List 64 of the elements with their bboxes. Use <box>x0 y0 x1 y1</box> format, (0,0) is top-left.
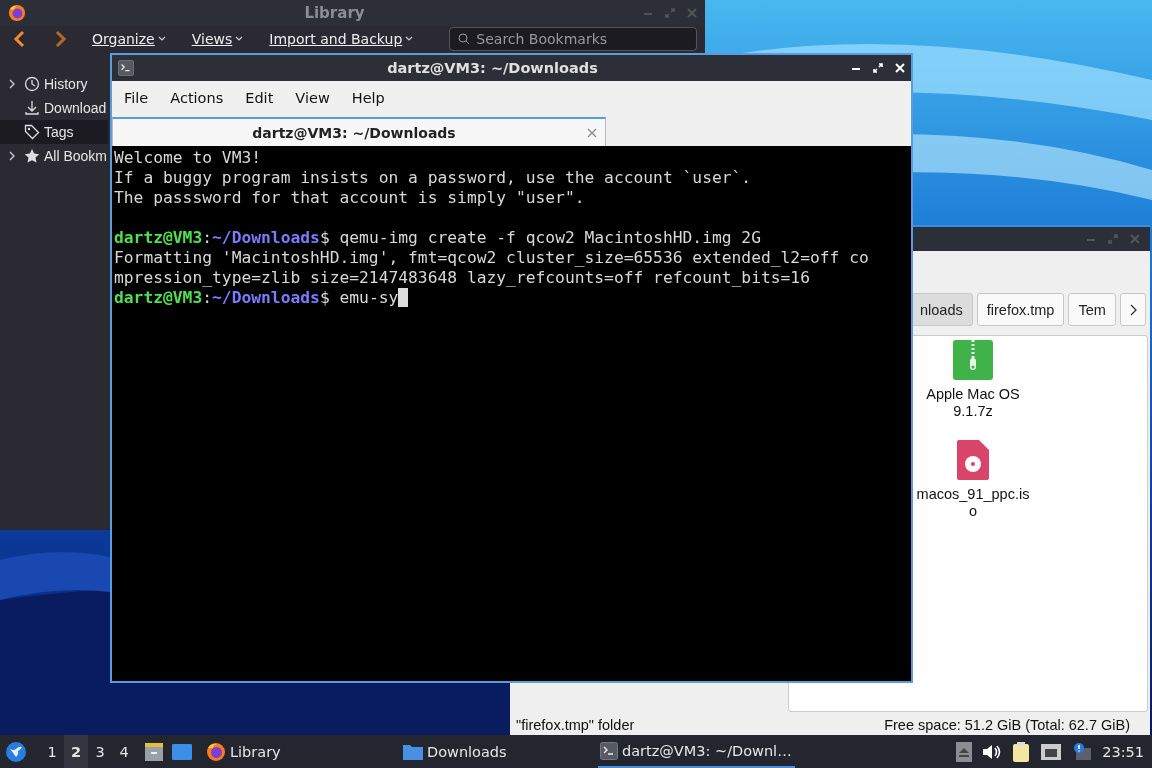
network-icon[interactable] <box>1040 742 1063 761</box>
search-icon <box>458 33 471 45</box>
terminal-icon <box>118 60 134 76</box>
taskbar-task[interactable]: Library <box>204 735 401 768</box>
sidebar-item[interactable]: Tags <box>0 120 108 144</box>
workspace-button[interactable]: 3 <box>88 735 112 768</box>
sidebar-item[interactable]: All Bookm <box>0 144 108 168</box>
window-title: Library <box>303 4 366 22</box>
menu-item[interactable]: File <box>116 89 157 106</box>
eject-icon[interactable] <box>956 741 973 762</box>
window-title: dartz@VM3: ~/Downloads <box>386 60 599 76</box>
path-button[interactable]: firefox.tmp <box>976 293 1065 326</box>
download-icon <box>24 100 40 116</box>
archive-icon <box>953 340 993 380</box>
taskbar-task[interactable]: Downloads <box>401 735 598 768</box>
forward-icon <box>55 30 67 48</box>
status-text: "firefox.tmp" folder <box>516 716 635 733</box>
terminal-line: Welcome to VM3! <box>114 148 262 168</box>
caret-icon <box>405 36 414 42</box>
workspace-button[interactable]: 1 <box>40 735 64 768</box>
terminal-line: mpression_type=zlib size=2147483648 lazy_refcounts=off refcount_bits=16 <box>114 268 810 288</box>
clock[interactable]: 23:51 <box>1102 743 1144 760</box>
terminal-line: dartz@VM3:~/Downloads$ qemu-img create -f qcow2 MacintoshHD.img 2G <box>114 228 761 248</box>
chevron-icon <box>1128 303 1137 316</box>
caret-icon <box>157 36 166 42</box>
file-name[interactable]: macos_91_ppc.is o <box>916 486 1030 520</box>
sidebar-item[interactable]: History <box>0 72 108 96</box>
path-button[interactable]: nloads <box>910 293 973 326</box>
back-icon <box>13 30 25 48</box>
star-icon <box>24 148 40 164</box>
file-name[interactable]: Apple Mac OS 9.1.7z <box>926 386 1020 420</box>
file-cabinet-icon[interactable] <box>144 741 164 762</box>
menu-item[interactable]: View <box>287 89 338 106</box>
terminal-line: If a buggy program insists on a password, use the account `user`. <box>114 168 752 188</box>
volume-icon[interactable] <box>982 742 1003 761</box>
menu-item[interactable]: Help <box>343 89 393 106</box>
terminal-line: Formatting 'MacintoshHD.img', fmt=qcow2 cluster_size=65536 extended_l2=off co <box>114 248 869 268</box>
clipboard-icon[interactable] <box>1012 740 1031 763</box>
taskbar-task[interactable]: dartz@VM3: ~/Downl… <box>598 735 795 768</box>
start-menu-icon[interactable] <box>5 740 27 763</box>
notification-icon[interactable] <box>1072 741 1093 762</box>
tag-icon <box>24 124 40 140</box>
free-space-text: Free space: 51.2 GiB (Total: 62.7 GiB) <box>884 716 1130 733</box>
workspace-button[interactable]: 2 <box>64 735 88 768</box>
folder-icon <box>403 742 423 761</box>
sidebar-item[interactable]: Download <box>0 96 108 120</box>
toolbar-menu[interactable]: Views <box>191 31 244 47</box>
disc-file-icon <box>957 440 989 480</box>
menu-item[interactable]: Edit <box>237 89 282 106</box>
terminal-line: The passsword for that account is simply "user". <box>114 188 585 208</box>
toolbar-menu[interactable]: Import and Backup <box>269 31 414 47</box>
search-field[interactable]: Search Bookmarks <box>449 27 697 51</box>
terminal-icon <box>600 741 618 760</box>
chevron-icon[interactable] <box>8 79 16 89</box>
terminal-tab[interactable]: dartz@VM3: ~/Downloads <box>112 117 606 146</box>
terminal-line: dartz@VM3:~/Downloads$ emu-sy <box>114 288 399 308</box>
workspace-button[interactable]: 4 <box>112 735 136 768</box>
menu-item[interactable]: Actions <box>162 89 232 106</box>
toolbar-menu[interactable]: Organize <box>92 31 166 47</box>
path-button[interactable]: Tem <box>1068 293 1116 326</box>
chevron-icon[interactable] <box>8 151 16 161</box>
caret-icon <box>235 36 244 42</box>
folder-icon[interactable] <box>172 742 192 761</box>
clock-icon <box>24 76 40 92</box>
